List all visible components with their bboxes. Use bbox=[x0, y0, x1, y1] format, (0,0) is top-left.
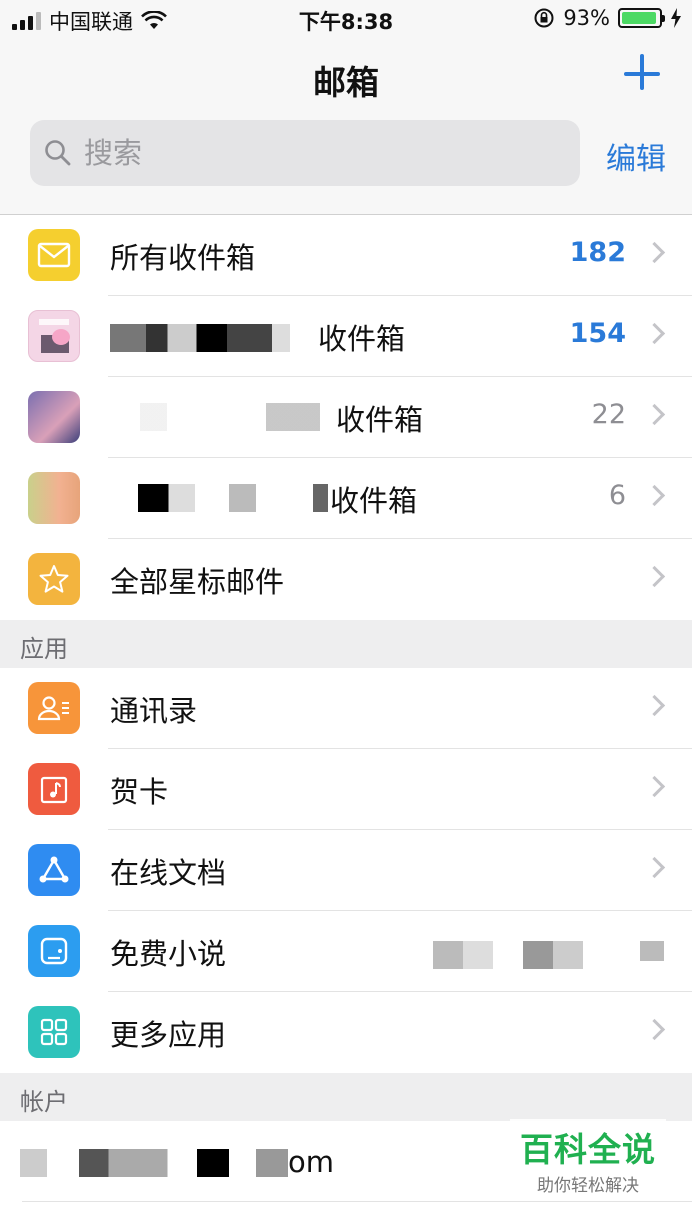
mailbox-label: 全部星标邮件 bbox=[110, 565, 285, 599]
unread-count: 154 bbox=[569, 318, 626, 349]
watermark-title: 百科全说 bbox=[520, 1130, 656, 1169]
document-share-icon bbox=[28, 844, 80, 896]
account-email: om bbox=[288, 1145, 334, 1179]
edit-button[interactable]: 编辑 bbox=[606, 134, 666, 178]
contacts-icon bbox=[28, 682, 80, 734]
redacted-text bbox=[20, 1149, 288, 1177]
redacted-text bbox=[640, 941, 664, 961]
unread-count: 6 bbox=[608, 480, 626, 511]
apps-list: 通讯录 贺卡 在线文档 免费小说 更多应用 bbox=[0, 668, 692, 1073]
redacted-text bbox=[140, 403, 320, 431]
chevron-right-icon bbox=[643, 1018, 666, 1041]
status-bar: 中国联通 下午8:38 93% bbox=[0, 0, 692, 38]
mailbox-row-all-inboxes[interactable]: 所有收件箱 182 bbox=[0, 215, 692, 296]
unread-count: 22 bbox=[591, 399, 626, 430]
account-avatar bbox=[28, 472, 80, 524]
chevron-right-icon bbox=[643, 484, 666, 507]
plus-icon[interactable] bbox=[624, 54, 664, 94]
mailbox-list: 所有收件箱 182 收件箱 154 收件箱 22 收件箱 6 全部星标邮件 bbox=[0, 215, 692, 620]
section-title: 帐户 bbox=[20, 1088, 68, 1116]
mailbox-row-account-1[interactable]: 收件箱 154 bbox=[0, 296, 692, 377]
envelope-icon bbox=[28, 229, 80, 281]
novel-icon bbox=[28, 925, 80, 977]
page-title: 邮箱 bbox=[313, 63, 379, 102]
app-row-online-docs[interactable]: 在线文档 bbox=[0, 830, 692, 911]
redacted-text bbox=[110, 324, 290, 352]
app-row-more-apps[interactable]: 更多应用 bbox=[0, 992, 692, 1073]
app-label: 更多应用 bbox=[110, 1018, 227, 1052]
mailbox-label: 收件箱 bbox=[336, 403, 424, 437]
card-icon bbox=[28, 763, 80, 815]
battery-icon bbox=[618, 8, 665, 28]
app-row-contacts[interactable]: 通讯录 bbox=[0, 668, 692, 749]
star-icon bbox=[28, 553, 80, 605]
mailbox-label: 收件箱 bbox=[318, 322, 406, 356]
orientation-lock-icon bbox=[534, 8, 554, 28]
app-label: 免费小说 bbox=[110, 937, 227, 971]
chevron-right-icon bbox=[643, 403, 666, 426]
grid-icon bbox=[28, 1006, 80, 1058]
search-bar[interactable] bbox=[30, 120, 580, 186]
mailbox-label: 收件箱 bbox=[330, 484, 418, 518]
battery-percent: 93% bbox=[563, 6, 610, 30]
app-label: 通讯录 bbox=[110, 694, 198, 728]
mailbox-row-starred[interactable]: 全部星标邮件 bbox=[0, 539, 692, 620]
charging-icon bbox=[671, 8, 681, 28]
nav-bar: 邮箱 bbox=[0, 40, 692, 120]
mailbox-row-account-3[interactable]: 收件箱 6 bbox=[0, 458, 692, 539]
chevron-right-icon bbox=[643, 565, 666, 588]
chevron-right-icon bbox=[643, 775, 666, 798]
search-row: 编辑 bbox=[0, 120, 692, 215]
mailbox-label: 所有收件箱 bbox=[110, 241, 256, 275]
redacted-text bbox=[433, 941, 583, 969]
app-row-free-novels[interactable]: 免费小说 bbox=[0, 911, 692, 992]
section-header-accounts: 帐户 bbox=[0, 1073, 692, 1121]
watermark-logo: 百科全说 助你轻松解决 bbox=[510, 1119, 666, 1200]
account-avatar bbox=[28, 391, 80, 443]
watermark-subtitle: 助你轻松解决 bbox=[537, 1176, 639, 1196]
account-avatar bbox=[28, 310, 80, 362]
chevron-right-icon bbox=[643, 241, 666, 264]
app-label: 在线文档 bbox=[110, 856, 227, 890]
unread-count: 182 bbox=[569, 237, 626, 268]
chevron-right-icon bbox=[643, 322, 666, 345]
section-header-apps: 应用 bbox=[0, 620, 692, 668]
app-row-greeting-card[interactable]: 贺卡 bbox=[0, 749, 692, 830]
chevron-right-icon bbox=[643, 856, 666, 879]
mailbox-row-account-2[interactable]: 收件箱 22 bbox=[0, 377, 692, 458]
section-title: 应用 bbox=[20, 635, 68, 663]
redacted-text bbox=[138, 484, 328, 512]
search-icon bbox=[45, 140, 71, 166]
search-input[interactable] bbox=[82, 135, 546, 171]
app-label: 贺卡 bbox=[110, 775, 169, 809]
chevron-right-icon bbox=[643, 694, 666, 717]
